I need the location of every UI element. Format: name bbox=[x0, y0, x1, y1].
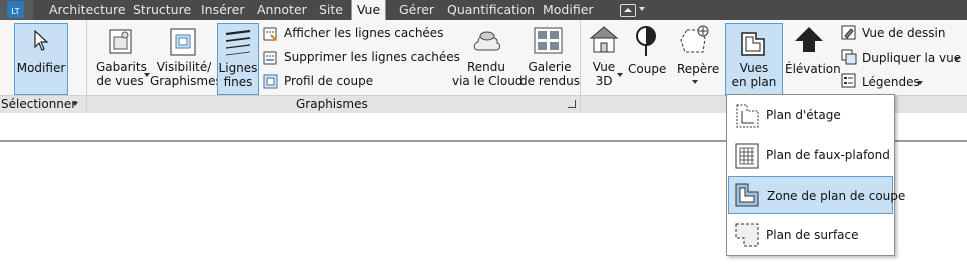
chevron-down-icon[interactable] bbox=[72, 102, 78, 106]
dialog-launcher-icon[interactable] bbox=[568, 100, 576, 108]
ceiling-plan-icon bbox=[735, 143, 759, 169]
thin-lines-icon bbox=[225, 29, 251, 56]
legends-icon bbox=[841, 73, 856, 88]
thin-lines-label-2: fines bbox=[223, 75, 253, 89]
chevron-down-icon[interactable] bbox=[954, 57, 960, 61]
tab-annoter[interactable]: Annoter bbox=[257, 0, 307, 20]
chevron-down-icon[interactable] bbox=[617, 73, 623, 77]
tab-architecture[interactable]: Architecture bbox=[49, 0, 126, 20]
remove-hidden-lines-button[interactable]: Supprimer les lignes cachées bbox=[284, 49, 460, 65]
elevation-button[interactable]: Élévation bbox=[785, 61, 841, 77]
menu-item-floor-plan[interactable]: Plan d'étage bbox=[728, 96, 893, 134]
3d-view-button[interactable]: Vue 3D bbox=[590, 60, 618, 88]
menu-item-label: Plan de surface bbox=[766, 228, 859, 242]
chevron-down-icon[interactable] bbox=[917, 81, 923, 85]
plan-views-label-2: en plan bbox=[731, 75, 777, 89]
view-templates-label-1: Gabarits bbox=[96, 60, 147, 74]
show-hidden-lines-icon bbox=[263, 27, 277, 41]
plan-views-dropdown: Plan d'étage Plan de faux-plafond Zone d… bbox=[726, 94, 905, 256]
callout-icon bbox=[680, 25, 709, 53]
panel-separator bbox=[580, 20, 581, 112]
view-templates-icon bbox=[109, 29, 132, 54]
menu-item-plan-region[interactable]: Zone de plan de coupe bbox=[728, 176, 905, 214]
tab-inserer[interactable]: Insérer bbox=[201, 0, 245, 20]
menu-item-label: Plan d'étage bbox=[766, 108, 841, 122]
thin-lines-label: Lignes fines bbox=[218, 61, 258, 89]
view-templates-button[interactable]: Gabarits de vues bbox=[96, 60, 147, 88]
render-gallery-label-1: Galerie bbox=[528, 60, 572, 74]
tab-site[interactable]: Site bbox=[319, 0, 343, 20]
cut-profile-button[interactable]: Profil de coupe bbox=[284, 73, 373, 89]
modify-button[interactable]: Modifier bbox=[14, 23, 68, 95]
plan-views-label: Vues en plan bbox=[726, 61, 782, 89]
plan-views-button[interactable]: Vues en plan bbox=[725, 23, 783, 96]
menu-item-label: Plan de faux-plafond bbox=[766, 148, 890, 162]
tab-gerer[interactable]: Gérer bbox=[399, 0, 434, 20]
chevron-down-icon[interactable] bbox=[692, 80, 698, 84]
floor-plan-icon bbox=[736, 104, 759, 128]
graphics-panel-label: Graphismes bbox=[296, 97, 368, 111]
chevron-down-icon[interactable] bbox=[639, 7, 645, 11]
tab-quantification[interactable]: Quantification bbox=[447, 0, 535, 20]
render-cloud-label-2: via le Cloud bbox=[452, 74, 523, 88]
callout-button[interactable]: Repère bbox=[677, 61, 719, 77]
ribbon-tab-bar: LT Architecture Structure Insérer Annote… bbox=[0, 0, 967, 20]
visibility-graphics-button[interactable]: Visibilité/ Graphismes bbox=[150, 60, 222, 88]
menu-item-label: Zone de plan de coupe bbox=[767, 189, 906, 203]
3d-view-icon bbox=[589, 26, 619, 53]
application-menu-button[interactable]: LT bbox=[0, 0, 33, 20]
app-badge: LT bbox=[7, 1, 24, 18]
thin-lines-button[interactable]: Lignes fines bbox=[217, 23, 259, 95]
cursor-arrow-icon bbox=[34, 30, 49, 51]
cloud-render-icon bbox=[473, 31, 500, 51]
section-button[interactable]: Coupe bbox=[628, 61, 666, 77]
plan-views-label-1: Vues bbox=[739, 61, 769, 75]
thin-lines-label-1: Lignes bbox=[218, 61, 258, 75]
visibility-label-2: Graphismes bbox=[150, 74, 222, 88]
duplicate-view-button[interactable]: Dupliquer la vue bbox=[862, 50, 961, 66]
legends-button[interactable]: Légendes bbox=[862, 74, 920, 90]
tab-structure[interactable]: Structure bbox=[133, 0, 191, 20]
menu-item-area-plan[interactable]: Plan de surface bbox=[728, 216, 893, 254]
render-gallery-icon bbox=[534, 27, 563, 54]
duplicate-view-icon bbox=[841, 49, 857, 65]
menu-item-ceiling-plan[interactable]: Plan de faux-plafond bbox=[728, 136, 893, 174]
show-hidden-lines-button[interactable]: Afficher les lignes cachées bbox=[284, 25, 443, 41]
render-cloud-button[interactable]: Rendu via le Cloud bbox=[452, 60, 523, 88]
render-cloud-label-1: Rendu bbox=[466, 60, 505, 74]
panel-toggle-icon[interactable] bbox=[620, 4, 636, 17]
area-plan-icon bbox=[735, 223, 759, 247]
remove-hidden-lines-icon bbox=[263, 51, 277, 65]
render-gallery-label-2: de rendus bbox=[520, 74, 580, 88]
tab-vue[interactable]: Vue bbox=[351, 0, 386, 20]
modify-label: Modifier bbox=[16, 61, 66, 75]
render-gallery-button[interactable]: Galerie de rendus bbox=[520, 60, 580, 88]
3d-view-label-2: 3D bbox=[595, 74, 613, 88]
plan-region-icon bbox=[735, 183, 759, 207]
drafting-view-icon bbox=[841, 25, 856, 40]
panel-separator bbox=[86, 20, 87, 112]
drafting-view-button[interactable]: Vue de dessin bbox=[862, 25, 945, 41]
3d-view-label-1: Vue bbox=[592, 60, 616, 74]
visibility-graphics-icon bbox=[170, 28, 196, 56]
section-icon bbox=[636, 26, 656, 56]
visibility-label-1: Visibilité/ bbox=[156, 60, 212, 74]
cut-profile-icon bbox=[263, 74, 278, 89]
plan-views-icon bbox=[741, 32, 765, 56]
elevation-icon bbox=[795, 27, 823, 52]
tab-modifier[interactable]: Modifier bbox=[543, 0, 594, 20]
select-panel-label[interactable]: Sélectionner bbox=[1, 96, 76, 112]
view-templates-label-2: de vues bbox=[96, 74, 144, 88]
